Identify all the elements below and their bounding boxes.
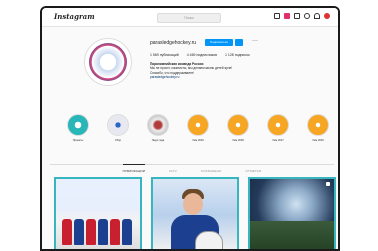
more-options-icon[interactable]: ··· — [252, 38, 258, 44]
profile-tabs: ПУБЛИКАЦИИ IGTV СОХРАНЕНО ОТМЕТКИ — [50, 164, 334, 173]
profile-username: parasledgehockey.ru — [150, 40, 197, 46]
profile-stats: 1 569 публикаций 4 469 подписчиков 1 128… — [150, 53, 250, 57]
instagram-logo[interactable]: Instagram — [54, 12, 95, 21]
highlight-item[interactable]: Чем 2018 — [226, 114, 250, 142]
profile-bio: Паралимпийская команда России Мы не прос… — [150, 62, 270, 80]
post-thumbnail[interactable] — [151, 177, 239, 249]
highlight-item[interactable]: Люди года — [146, 114, 170, 142]
multi-post-icon — [326, 182, 330, 186]
direct-message-icon[interactable] — [284, 13, 290, 19]
profile-avatar-icon[interactable] — [324, 13, 330, 19]
tab-tagged[interactable]: ОТМЕТКИ — [246, 169, 262, 173]
search-input[interactable]: Поиск — [157, 13, 221, 23]
highlight-label: Люди года — [151, 139, 165, 142]
highlight-item[interactable]: Чем 2016 — [306, 114, 330, 142]
screen: Instagram Поиск parasledgehockey.ru Подп… — [40, 6, 340, 251]
highlight-cover — [187, 114, 209, 136]
highlight-label: Чем 2019 — [192, 139, 204, 142]
highlight-cover — [107, 114, 129, 136]
highlight-label: Чем 2016 — [312, 139, 324, 142]
posts-grid — [54, 177, 336, 249]
activity-heart-icon[interactable] — [314, 13, 320, 19]
follow-button[interactable]: Подписаться — [205, 39, 233, 46]
followers-count[interactable]: 4 469 подписчиков — [187, 53, 217, 57]
highlight-item[interactable]: Чем 2019 — [186, 114, 210, 142]
tab-igtv[interactable]: IGTV — [169, 169, 177, 173]
following-count[interactable]: 1 128 подписок — [225, 53, 250, 57]
highlight-label: Проекты — [72, 139, 84, 142]
explore-icon[interactable] — [304, 13, 310, 19]
tab-saved[interactable]: СОХРАНЕНО — [201, 169, 222, 173]
posts-count: 1 569 публикаций — [150, 53, 179, 57]
highlight-item[interactable]: Сбор — [106, 114, 130, 142]
home-icon[interactable] — [274, 13, 280, 19]
suggested-dropdown-button[interactable] — [235, 39, 243, 46]
new-post-icon[interactable] — [294, 13, 300, 19]
nav-icons — [274, 13, 330, 19]
highlight-label: Чем 2017 — [272, 139, 284, 142]
highlight-cover — [307, 114, 329, 136]
post-thumbnail[interactable] — [54, 177, 142, 249]
highlight-label: Чем 2018 — [232, 139, 244, 142]
top-navbar: Instagram Поиск — [42, 8, 338, 27]
highlight-cover — [227, 114, 249, 136]
post-thumbnail[interactable] — [248, 177, 336, 249]
profile-avatar[interactable] — [84, 38, 132, 86]
highlight-item[interactable]: Проекты — [66, 114, 90, 142]
bio-link[interactable]: parasledgehockey.ru — [150, 75, 270, 79]
highlight-cover — [267, 114, 289, 136]
highlight-item[interactable]: Чем 2017 — [266, 114, 290, 142]
highlight-cover — [67, 114, 89, 136]
highlight-cover — [147, 114, 169, 136]
tab-posts[interactable]: ПУБЛИКАЦИИ — [122, 164, 146, 173]
highlight-label: Сбор — [114, 139, 122, 142]
story-highlights: Проекты Сбор Люди года Чем 2019 Чем 2018… — [66, 114, 330, 142]
